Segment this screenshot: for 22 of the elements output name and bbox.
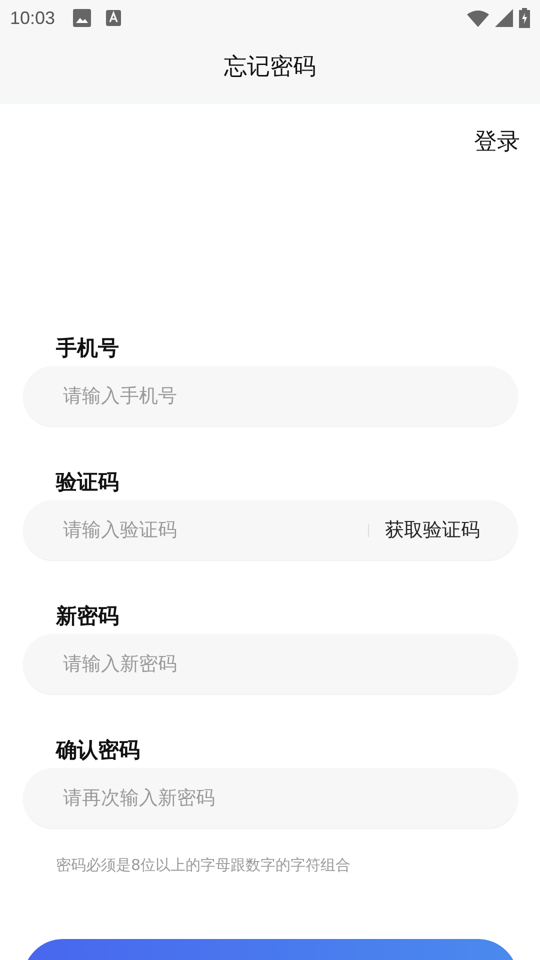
text-input[interactable]: 请输入验证码	[61, 518, 368, 542]
field-label: 新密码	[56, 603, 120, 630]
font-icon	[106, 10, 122, 26]
page-title: 忘记密码	[224, 52, 316, 82]
field-label: 确认密码	[56, 737, 141, 764]
battery-icon	[519, 8, 530, 28]
status-time: 10:03	[10, 8, 56, 28]
input-field[interactable]: 请输入新密码	[23, 634, 518, 694]
field-label: 验证码	[56, 469, 120, 496]
signal-icon	[495, 9, 513, 27]
field-label: 手机号	[56, 335, 120, 362]
image-icon	[73, 9, 92, 27]
password-hint: 密码必须是8位以上的字母跟数字的字符组合	[56, 856, 352, 875]
input-field[interactable]: 请输入验证码 获取验证码	[23, 500, 518, 560]
wifi-icon	[467, 10, 489, 26]
login-link[interactable]: 登录	[474, 126, 520, 158]
text-input[interactable]: 请输入手机号	[61, 384, 480, 408]
text-input[interactable]: 请输入新密码	[61, 652, 480, 676]
input-field[interactable]: 请输入手机号	[23, 366, 518, 426]
get-code-button[interactable]: 获取验证码	[385, 517, 480, 543]
input-field[interactable]: 请再次输入新密码	[23, 768, 518, 828]
text-input[interactable]: 请再次输入新密码	[61, 786, 480, 810]
